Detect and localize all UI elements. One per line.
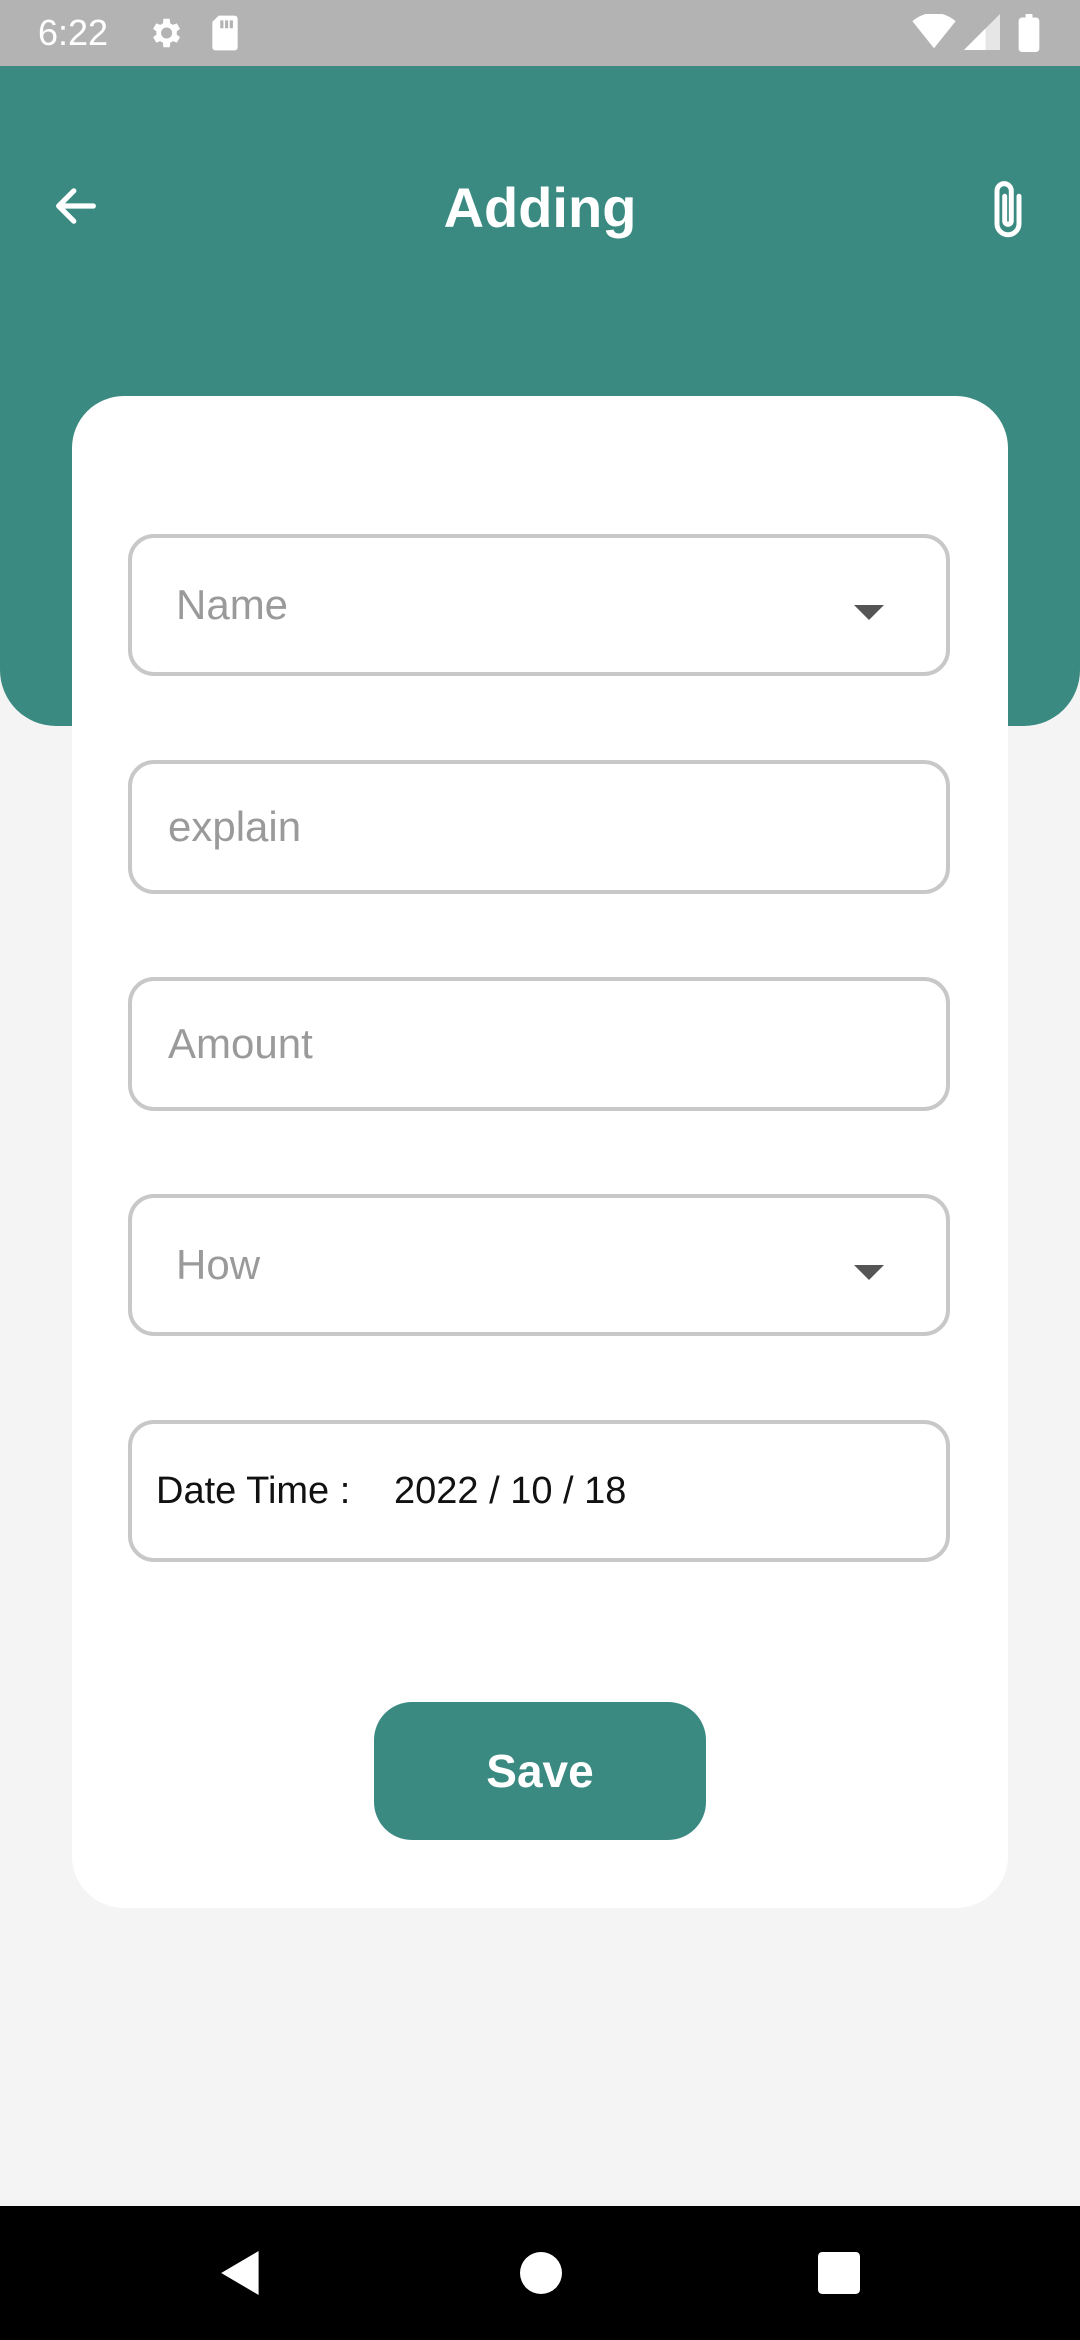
explain-input[interactable] [168,764,908,890]
date-time-value: 2022 / 10 / 18 [394,1470,627,1512]
chevron-down-icon [854,605,884,620]
wifi-icon [912,12,956,55]
how-dropdown-placeholder: How [176,1241,261,1288]
sd-card-icon [208,14,242,57]
nav-recents-button[interactable] [794,2228,884,2318]
name-dropdown-placeholder: Name [176,581,289,628]
chevron-down-icon [854,1265,884,1280]
save-button[interactable]: Save [374,1702,706,1840]
status-time: 6:22 [38,12,109,53]
amount-input[interactable] [168,981,908,1107]
attach-button[interactable] [972,170,1044,250]
how-dropdown[interactable]: How [128,1194,950,1336]
page-title: Adding [443,176,637,239]
settings-icon [146,14,184,57]
signal-icon [964,14,1000,55]
nav-back-button[interactable] [196,2228,286,2318]
date-time-label: Date Time : [156,1470,351,1512]
home-circle-icon [520,2252,562,2294]
system-nav-bar [0,2206,1080,2340]
explain-field[interactable] [128,760,950,894]
amount-field[interactable] [128,977,950,1111]
status-bar: 6:22 [0,0,1080,66]
nav-home-button[interactable] [496,2228,586,2318]
back-triangle-icon [219,2248,263,2298]
name-dropdown[interactable]: Name [128,534,950,676]
battery-icon [1018,14,1040,57]
recents-square-icon [818,2252,860,2294]
date-time-field[interactable]: Date Time : 2022 / 10 / 18 [128,1420,950,1562]
paperclip-icon [986,177,1030,243]
